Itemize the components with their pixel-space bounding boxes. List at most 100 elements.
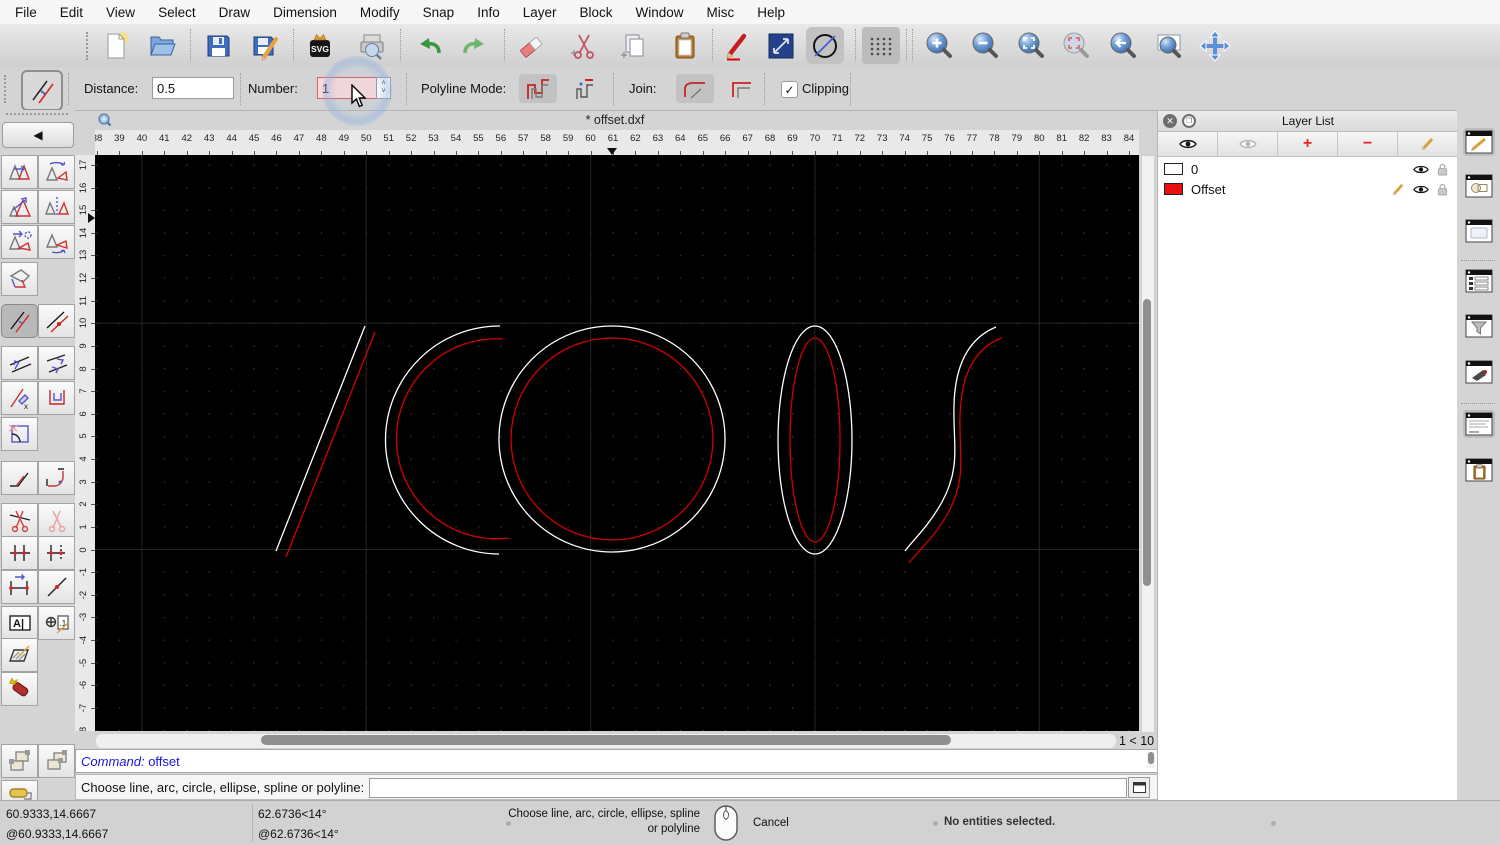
auto-zoom-button[interactable] [1012,27,1050,64]
zoom-selection-button[interactable] [1057,27,1095,64]
tool-edit-text[interactable]: A| [1,606,38,640]
zoom-window-button[interactable] [1150,27,1188,64]
add-layer-button[interactable]: + [1278,132,1338,156]
ellipse-tool-button[interactable] [806,27,844,64]
pen-settings-panel-button[interactable] [1463,358,1495,386]
options-handle[interactable] [4,75,10,103]
command-line-panel-button[interactable] [1463,410,1495,438]
menu-dimension[interactable]: Dimension [273,5,337,20]
redo-button[interactable] [456,27,494,64]
layer-list-panel-button[interactable] [1463,267,1495,295]
vertical-scrollbar-thumb[interactable] [1143,299,1151,586]
layer-visible-icon[interactable] [1413,184,1429,195]
tool-scale[interactable] [1,190,38,224]
polyline-mode-offset-shape-button[interactable] [564,74,602,103]
tool-move-copy[interactable] [1,155,38,189]
tool-divide[interactable] [38,570,75,604]
command-input[interactable] [369,778,1127,798]
tool-trim-two[interactable] [38,503,75,537]
show-all-layers-button[interactable] [1158,132,1218,156]
command-history-scrollbar-thumb[interactable] [1148,752,1154,764]
join-round-button[interactable] [676,74,714,103]
menu-layer[interactable]: Layer [523,5,557,20]
tool-offset-selected[interactable] [1,304,38,338]
polyline-mode-offset-segments-button[interactable] [519,74,557,103]
tool-rotate-two[interactable] [38,225,75,259]
tool-edit-block[interactable] [1,744,38,778]
canvas-vertical-scrollbar[interactable] [1141,155,1155,733]
tool-lengthen[interactable]: x [1,381,38,415]
paste-button[interactable] [666,27,704,64]
menu-edit[interactable]: Edit [60,5,83,20]
dock-handle[interactable] [6,113,68,115]
menu-misc[interactable]: Misc [707,5,735,20]
join-corner-button[interactable] [722,74,760,103]
drawing-canvas[interactable] [95,155,1139,731]
horizontal-scrollbar-thumb[interactable] [261,735,951,745]
menu-snap[interactable]: Snap [423,5,455,20]
zoom-in-button[interactable] [920,27,958,64]
distance-input[interactable]: 0.5 [152,77,234,99]
cut-button[interactable] [565,27,603,64]
menu-help[interactable]: Help [757,5,785,20]
block-list-panel-button[interactable] [1463,172,1495,200]
library-browser-panel-button[interactable] [1463,217,1495,245]
toolbar-handle[interactable] [86,32,92,60]
new-file-button[interactable] [97,27,135,64]
menu-modify[interactable]: Modify [360,5,400,20]
tool-create-block[interactable] [38,744,75,778]
menu-select[interactable]: Select [158,5,196,20]
zoom-out-button[interactable] [966,27,1004,64]
command-history-scrollbar[interactable] [1147,752,1155,768]
grid-toggle-button[interactable] [862,27,900,64]
menu-info[interactable]: Info [477,5,500,20]
save-button[interactable] [199,27,237,64]
tool-stretch[interactable] [1,570,38,604]
svg-export-button[interactable]: SVG [301,27,339,64]
menu-block[interactable]: Block [580,5,613,20]
open-file-button[interactable] [143,27,181,64]
tool-chamfer[interactable] [1,461,38,495]
tool-bevel[interactable] [1,346,38,380]
clipping-checkbox[interactable]: ✓ [781,81,798,98]
tool-lengthen-shorten[interactable] [1,536,38,570]
tool-morph[interactable] [1,262,38,296]
document-title-bar[interactable]: * offset.dxf [75,110,1155,130]
undock-icon[interactable]: ❐ [1182,114,1196,128]
close-icon[interactable]: ✕ [1163,114,1177,128]
tool-move-rotate[interactable] [1,225,38,259]
tool-rotate[interactable] [38,155,75,189]
command-window-toggle-button[interactable] [1128,777,1150,798]
layer-lock-icon[interactable] [1437,183,1448,196]
previous-view-button[interactable] [1104,27,1142,64]
edit-layer-button[interactable] [1398,132,1458,156]
tool-edit-hatch[interactable] [1,638,38,672]
remove-layer-button[interactable]: − [1338,132,1398,156]
offset-tool-indicator[interactable] [21,70,63,111]
menu-view[interactable]: View [106,5,135,20]
property-editor-panel-button[interactable] [1463,128,1495,156]
menu-window[interactable]: Window [636,5,684,20]
tool-offset-distance[interactable] [38,304,75,338]
selection-filter-panel-button[interactable] [1463,312,1495,340]
tool-edit-dimension[interactable]: .1 [38,606,75,640]
layer-color-swatch[interactable] [1164,183,1183,195]
copy-button[interactable] [615,27,653,64]
layer-row-0[interactable]: 0 [1158,159,1458,179]
canvas-horizontal-scrollbar[interactable] [95,733,1117,749]
tool-clip-rectangle[interactable] [38,381,75,415]
layer-row-offset[interactable]: Offset [1158,179,1458,199]
tool-explode[interactable] [1,672,38,706]
layer-visible-icon[interactable] [1413,164,1429,175]
tool-fillet[interactable] [38,461,75,495]
tool-round-corner[interactable] [1,417,38,451]
tool-extend-shorten[interactable] [38,536,75,570]
tool-mirror[interactable] [38,190,75,224]
delete-button[interactable] [513,27,551,64]
pan-button[interactable] [1196,27,1234,64]
menu-draw[interactable]: Draw [219,5,251,20]
undo-button[interactable] [410,27,448,64]
back-button[interactable]: ◀ [2,122,74,148]
hide-all-layers-button[interactable] [1218,132,1278,156]
line-tool-button[interactable] [762,27,800,64]
